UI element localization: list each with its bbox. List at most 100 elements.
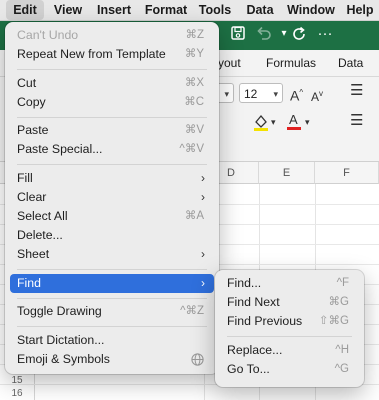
menu-item-toggle-drawing[interactable]: Toggle Drawing ^⌘Z [10, 302, 214, 321]
decrease-font-size-icon[interactable]: Av [311, 86, 323, 105]
edit-menu: Can't Undo ⌘Z Repeat New from Template ⌘… [5, 22, 219, 374]
menu-item-label: Find Previous [227, 314, 303, 328]
menu-help[interactable]: Help [344, 0, 376, 20]
submenu-item-go-to[interactable]: Go To... ^G [220, 360, 359, 379]
chevron-down-icon[interactable]: ▾ [305, 114, 310, 130]
column-header-e[interactable]: E [259, 162, 315, 184]
fill-color-icon[interactable] [252, 113, 270, 135]
svg-text:A: A [289, 112, 298, 127]
menu-separator [17, 69, 207, 70]
row-header-16[interactable]: 16 [0, 388, 34, 399]
increase-font-size-icon[interactable]: A^ [290, 85, 303, 104]
font-size-value: 12 [244, 87, 258, 101]
menu-item-delete[interactable]: Delete... [10, 226, 214, 245]
submenu-item-find[interactable]: Find... ^F [220, 274, 359, 293]
column-header-f[interactable]: F [315, 162, 379, 184]
undo-dropdown-icon[interactable]: ▾ [276, 26, 292, 42]
menu-item-label: Find Next [227, 295, 280, 309]
tab-data[interactable]: Data [338, 50, 363, 76]
menu-item-label: Fill [17, 171, 33, 185]
menu-item-label: Repeat New from Template [17, 47, 166, 61]
menu-item-start-dictation[interactable]: Start Dictation... [10, 331, 214, 350]
shortcut-label: ⇧⌘G [318, 315, 349, 327]
shortcut-label: ⌘G [328, 296, 349, 308]
shortcut-label: ^H [335, 344, 349, 356]
align-left-icon[interactable]: ☰ [350, 83, 363, 99]
menu-item-label: Select All [17, 209, 68, 223]
shortcut-label: ^⌘Z [180, 305, 204, 317]
menu-item-cut[interactable]: Cut ⌘X [10, 74, 214, 93]
submenu-item-find-next[interactable]: Find Next ⌘G [220, 293, 359, 312]
menu-item-paste[interactable]: Paste ⌘V [10, 121, 214, 140]
row-header-15[interactable]: 15 [0, 375, 34, 386]
menu-separator [227, 336, 352, 337]
menu-item-undo[interactable]: Can't Undo ⌘Z [10, 26, 214, 45]
menu-item-copy[interactable]: Copy ⌘C [10, 93, 214, 112]
menu-item-label: Emoji & Symbols [17, 352, 110, 366]
font-color-icon[interactable]: A [286, 111, 302, 135]
menu-item-repeat[interactable]: Repeat New from Template ⌘Y [10, 45, 214, 64]
menu-item-label: Copy [17, 95, 46, 109]
shortcut-label: ^G [334, 363, 349, 375]
menu-item-label: Cut [17, 76, 37, 90]
chevron-right-icon: › [201, 247, 205, 261]
menu-data[interactable]: Data [242, 0, 278, 20]
menu-view[interactable]: View [50, 0, 86, 20]
save-icon[interactable] [230, 26, 246, 42]
menu-item-label: Sheet [17, 247, 50, 261]
menu-item-find[interactable]: Find › [10, 274, 214, 293]
tab-formulas[interactable]: Formulas [266, 50, 316, 76]
menu-item-label: Start Dictation... [17, 333, 105, 347]
shortcut-label: ^F [336, 277, 349, 289]
undo-icon[interactable] [256, 26, 272, 42]
shortcut-label: ⌘Z [185, 29, 204, 41]
menu-bar: Edit View Insert Format Tools Data Windo… [0, 0, 379, 21]
menu-item-sheet[interactable]: Sheet › [10, 245, 214, 264]
menu-item-label: Find... [227, 276, 262, 290]
menu-item-label: Paste [17, 123, 49, 137]
menu-tools[interactable]: Tools [197, 0, 233, 20]
menu-item-label: Go To... [227, 362, 270, 376]
menu-item-clear[interactable]: Clear › [10, 188, 214, 207]
menu-item-label: Find [17, 276, 41, 290]
submenu-item-find-previous[interactable]: Find Previous ⇧⌘G [220, 312, 359, 331]
chevron-down-icon[interactable]: ▾ [271, 114, 276, 130]
redo-icon[interactable] [291, 26, 307, 42]
more-icon[interactable]: ··· [317, 26, 333, 42]
menu-item-label: Delete... [17, 228, 63, 242]
chevron-right-icon: › [201, 171, 205, 185]
menu-edit[interactable]: Edit [6, 0, 44, 20]
menu-insert[interactable]: Insert [93, 0, 135, 20]
chevron-down-icon: ▾ [273, 89, 278, 99]
shortcut-label: ⌘V [184, 124, 204, 136]
chevron-down-icon: ▾ [224, 89, 229, 99]
menu-format[interactable]: Format [141, 0, 191, 20]
menu-item-label: Toggle Drawing [17, 304, 102, 318]
menu-item-label: Replace... [227, 343, 283, 357]
menu-item-emoji-symbols[interactable]: Emoji & Symbols [10, 350, 214, 369]
menu-item-label: Can't Undo [17, 28, 79, 42]
menu-item-label: Paste Special... [17, 142, 103, 156]
chevron-right-icon: › [201, 190, 205, 204]
menu-window[interactable]: Window [286, 0, 336, 20]
menu-separator [17, 117, 207, 118]
tab-page-layout[interactable]: yout [218, 50, 241, 76]
menu-separator [17, 298, 207, 299]
shortcut-label: ⌘Y [184, 48, 204, 60]
menu-separator [17, 269, 207, 270]
shortcut-label: ⌘X [184, 77, 204, 89]
shortcut-label: ^⌘V [179, 143, 204, 155]
shortcut-label: ⌘A [184, 210, 204, 222]
globe-icon [191, 353, 204, 373]
chevron-right-icon: › [201, 276, 205, 290]
menu-item-fill[interactable]: Fill › [10, 169, 214, 188]
menu-item-select-all[interactable]: Select All ⌘A [10, 207, 214, 226]
menu-separator [17, 164, 207, 165]
font-size-combo[interactable]: 12 ▾ [239, 83, 283, 103]
menu-item-label: Clear [17, 190, 47, 204]
menu-item-paste-special[interactable]: Paste Special... ^⌘V [10, 140, 214, 159]
shortcut-label: ⌘C [184, 96, 204, 108]
align-left-icon[interactable]: ☰ [350, 113, 363, 129]
submenu-item-replace[interactable]: Replace... ^H [220, 341, 359, 360]
find-submenu: Find... ^F Find Next ⌘G Find Previous ⇧⌘… [215, 270, 364, 387]
